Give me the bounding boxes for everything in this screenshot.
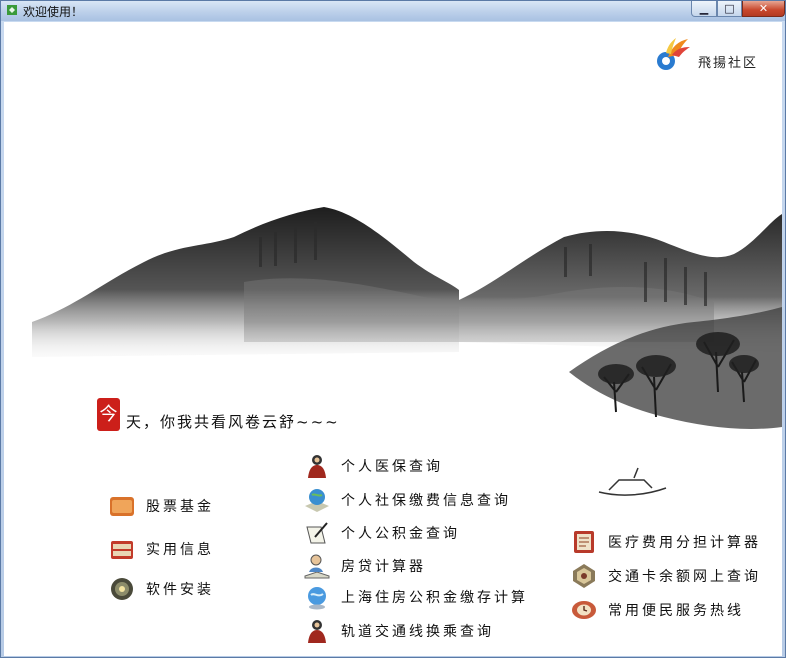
today-badge: 今	[97, 398, 120, 431]
person-book-icon	[304, 554, 330, 579]
folder-icon	[110, 497, 134, 516]
menu-item-label: 软件安装	[146, 582, 214, 598]
disc-icon	[111, 578, 133, 600]
close-button[interactable]: ✕	[742, 1, 785, 17]
notebook-icon	[574, 531, 594, 553]
pen-paper-icon	[306, 522, 328, 544]
menu-item-label: 股票基金	[146, 499, 214, 515]
application-window: 欢迎使用！ ▁ □ ✕ 飛揚社区 今 天，你我共看风卷云舒~~~ 股票基金 实用…	[0, 0, 786, 658]
figure-icon	[308, 455, 326, 478]
window-title: 欢迎使用！	[23, 5, 84, 19]
welcome-panel: 飛揚社区 今 天，你我共看风卷云舒~~~ 股票基金 实用信息 软件安装 个人医保…	[4, 22, 782, 656]
app-icon	[7, 5, 17, 15]
globe-book-icon	[305, 489, 329, 512]
menu-item-label: 上海住房公积金缴存计算	[341, 590, 528, 606]
greeting-text: 天，你我共看风卷云舒~~~	[126, 413, 340, 431]
medal-icon	[573, 564, 595, 588]
clock-icon	[572, 601, 596, 619]
menu-item-label: 个人社保缴费信息查询	[341, 493, 511, 509]
menu-item-label: 医疗费用分担计算器	[608, 535, 761, 551]
flame-logo-icon	[657, 38, 690, 70]
boat-icon	[598, 467, 667, 496]
globe-icon	[308, 587, 326, 610]
menu-item-label: 常用便民服务热线	[608, 603, 744, 619]
maximize-button[interactable]: □	[717, 1, 742, 17]
menu-item-label: 房贷计算器	[341, 559, 426, 575]
menu-item-label: 个人医保查询	[341, 459, 443, 475]
menu-item-label: 轨道交通线换乘查询	[341, 624, 494, 640]
menu-item-label: 个人公积金查询	[341, 526, 460, 542]
menu-item-label: 交通卡余额网上查询	[608, 569, 761, 585]
menu-item-label: 实用信息	[146, 542, 214, 558]
ledger-icon	[111, 541, 133, 559]
title-bar[interactable]: 欢迎使用！ ▁ □ ✕	[1, 1, 785, 21]
logo-text: 飛揚社区	[698, 56, 759, 71]
minimize-button[interactable]: ▁	[691, 1, 717, 17]
figure-icon	[308, 620, 326, 643]
